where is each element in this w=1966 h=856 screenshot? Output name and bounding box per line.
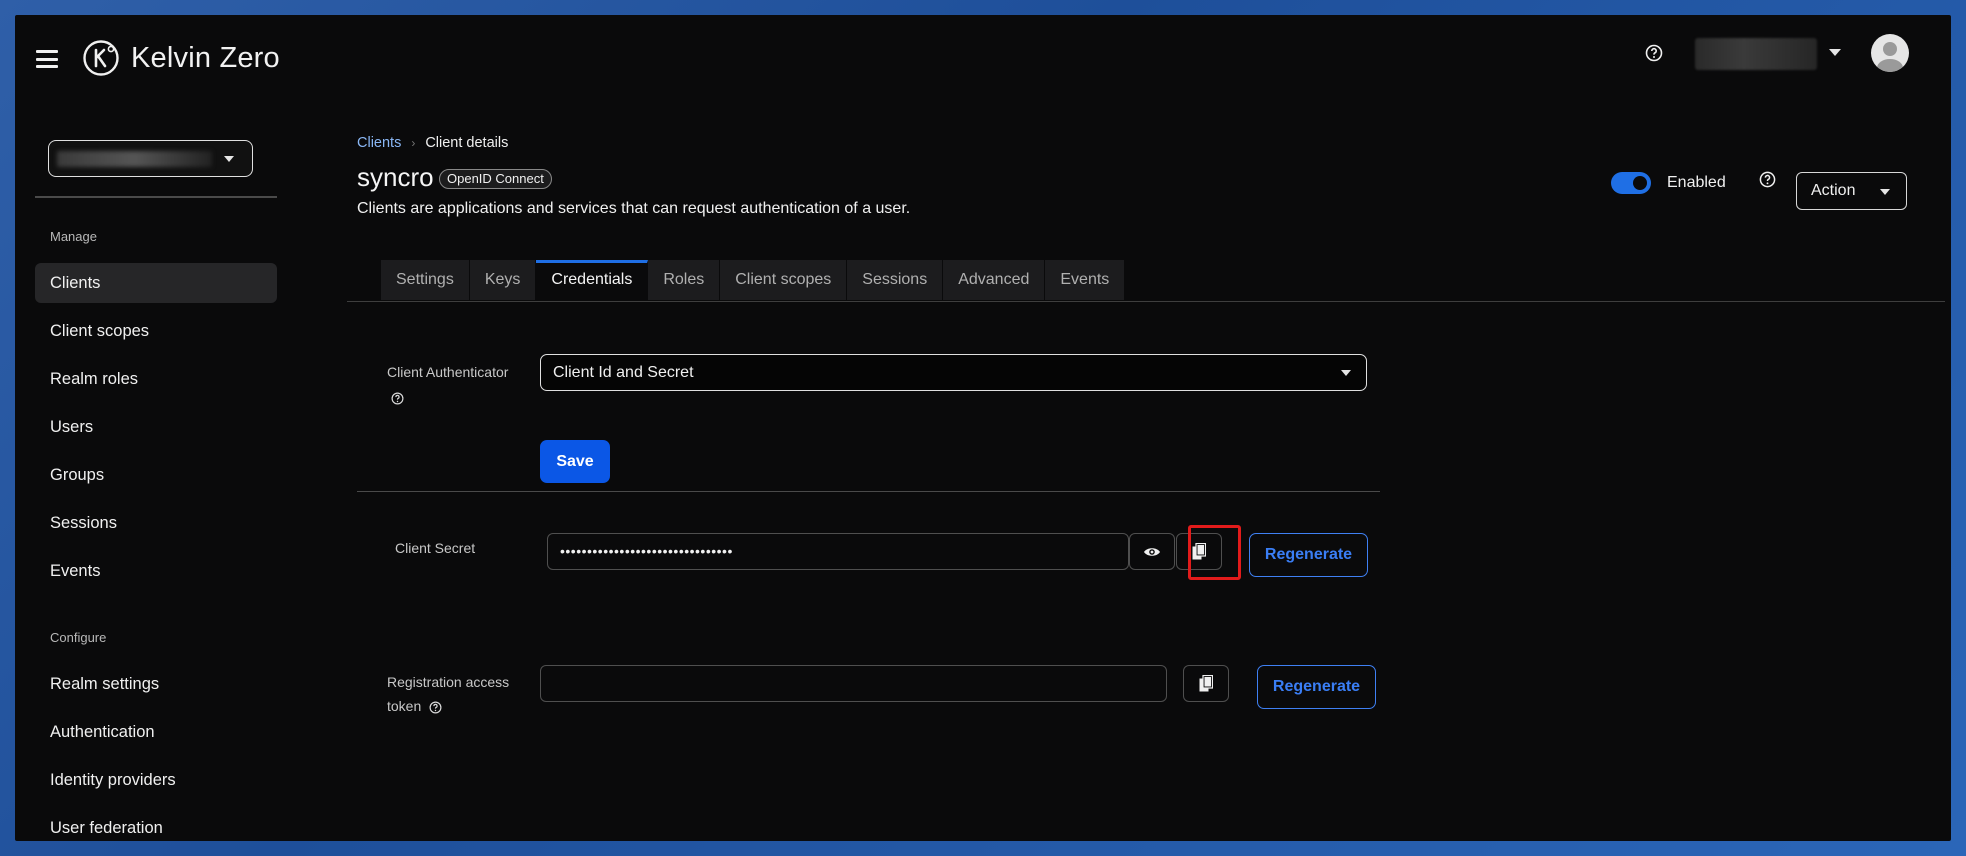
sidebar-item-identity-providers[interactable]: Identity providers <box>35 760 277 800</box>
client-authenticator-value: Client Id and Secret <box>553 364 694 381</box>
sidebar-item-events[interactable]: Events <box>35 551 277 591</box>
copy-token-button[interactable] <box>1183 665 1229 702</box>
user-menu-blurred[interactable] <box>1695 38 1817 70</box>
registration-token-label-line2: token <box>387 698 422 714</box>
sidebar-item-realm-roles[interactable]: Realm roles <box>35 359 277 399</box>
breadcrumb-clients-link[interactable]: Clients <box>357 135 401 151</box>
action-label: Action <box>1811 182 1856 199</box>
help-icon[interactable] <box>1759 171 1776 188</box>
regenerate-token-button[interactable]: Regenerate <box>1257 665 1376 709</box>
action-dropdown-button[interactable]: Action <box>1796 172 1907 210</box>
tab-sessions[interactable]: Sessions <box>847 260 944 300</box>
registration-token-label: Registration access token <box>387 670 509 718</box>
caret-down-icon <box>1341 370 1351 376</box>
caret-down-icon[interactable] <box>1829 49 1841 56</box>
nav-group-configure: Configure <box>50 630 107 645</box>
client-secret-label: Client Secret <box>395 540 476 556</box>
help-icon[interactable] <box>429 701 442 714</box>
page-description: Clients are applications and services th… <box>357 200 911 217</box>
sidebar-item-realm-settings[interactable]: Realm settings <box>35 664 277 704</box>
registration-token-label-line1: Registration access <box>387 674 510 690</box>
nav-group-manage: Manage <box>50 229 97 244</box>
caret-down-icon <box>224 156 234 162</box>
enabled-label: Enabled <box>1667 174 1726 191</box>
sidebar-divider <box>35 196 277 198</box>
save-button[interactable]: Save <box>540 440 610 483</box>
copy-icon <box>1199 675 1213 692</box>
protocol-badge: OpenID Connect <box>439 169 552 189</box>
tabs-divider <box>347 301 1945 302</box>
tab-roles[interactable]: Roles <box>648 260 721 300</box>
brand-name: Kelvin Zero <box>131 42 280 74</box>
sidebar-item-client-scopes[interactable]: Client scopes <box>35 311 277 351</box>
client-authenticator-label: Client Authenticator <box>387 360 508 408</box>
tab-advanced[interactable]: Advanced <box>943 260 1046 300</box>
breadcrumb-separator-icon: › <box>411 136 416 150</box>
tab-bar: Settings Keys Credentials Roles Client s… <box>381 260 1126 300</box>
tab-client-scopes[interactable]: Client scopes <box>720 260 848 300</box>
tab-events[interactable]: Events <box>1045 260 1126 300</box>
page-title: syncro <box>357 162 434 192</box>
sidebar-item-user-federation[interactable]: User federation <box>35 808 277 841</box>
tab-keys[interactable]: Keys <box>469 260 537 300</box>
sidebar: Manage Clients Client scopes Realm roles… <box>15 90 277 841</box>
hamburger-icon[interactable] <box>36 50 58 68</box>
sidebar-item-sessions[interactable]: Sessions <box>35 503 277 543</box>
sidebar-item-groups[interactable]: Groups <box>35 455 277 495</box>
help-icon[interactable] <box>1645 44 1663 62</box>
regenerate-secret-button[interactable]: Regenerate <box>1249 533 1368 577</box>
sidebar-item-authentication[interactable]: Authentication <box>35 712 277 752</box>
client-secret-input[interactable]: •••••••••••••••••••••••••••••••• <box>547 533 1129 570</box>
realm-name-blurred <box>57 151 212 167</box>
sidebar-item-clients[interactable]: Clients <box>35 263 277 303</box>
realm-selector[interactable] <box>48 140 253 177</box>
client-authenticator-select[interactable]: Client Id and Secret <box>540 354 1367 391</box>
user-avatar-icon[interactable] <box>1871 34 1909 72</box>
tab-credentials[interactable]: Credentials <box>536 260 649 300</box>
breadcrumb-current: Client details <box>425 135 509 151</box>
eye-icon <box>1144 547 1160 556</box>
registration-token-input[interactable] <box>540 665 1167 702</box>
main-content: Clients › Client details syncro OpenID Con… <box>277 90 1951 841</box>
caret-down-icon <box>1880 189 1890 195</box>
help-icon[interactable] <box>391 392 404 405</box>
sidebar-item-users[interactable]: Users <box>35 407 277 447</box>
brand-logo-icon <box>83 40 119 76</box>
masthead: Kelvin Zero <box>15 15 1951 90</box>
enabled-toggle[interactable] <box>1611 172 1651 194</box>
breadcrumb: Clients › Client details <box>357 135 508 151</box>
form-divider <box>357 491 1380 492</box>
app-window: Kelvin Zero Manage Clients Client scopes… <box>15 15 1951 841</box>
tab-settings[interactable]: Settings <box>381 260 470 300</box>
copy-button-highlight <box>1188 525 1241 580</box>
show-secret-button[interactable] <box>1129 533 1175 570</box>
client-authenticator-label-text: Client Authenticator <box>387 364 509 380</box>
